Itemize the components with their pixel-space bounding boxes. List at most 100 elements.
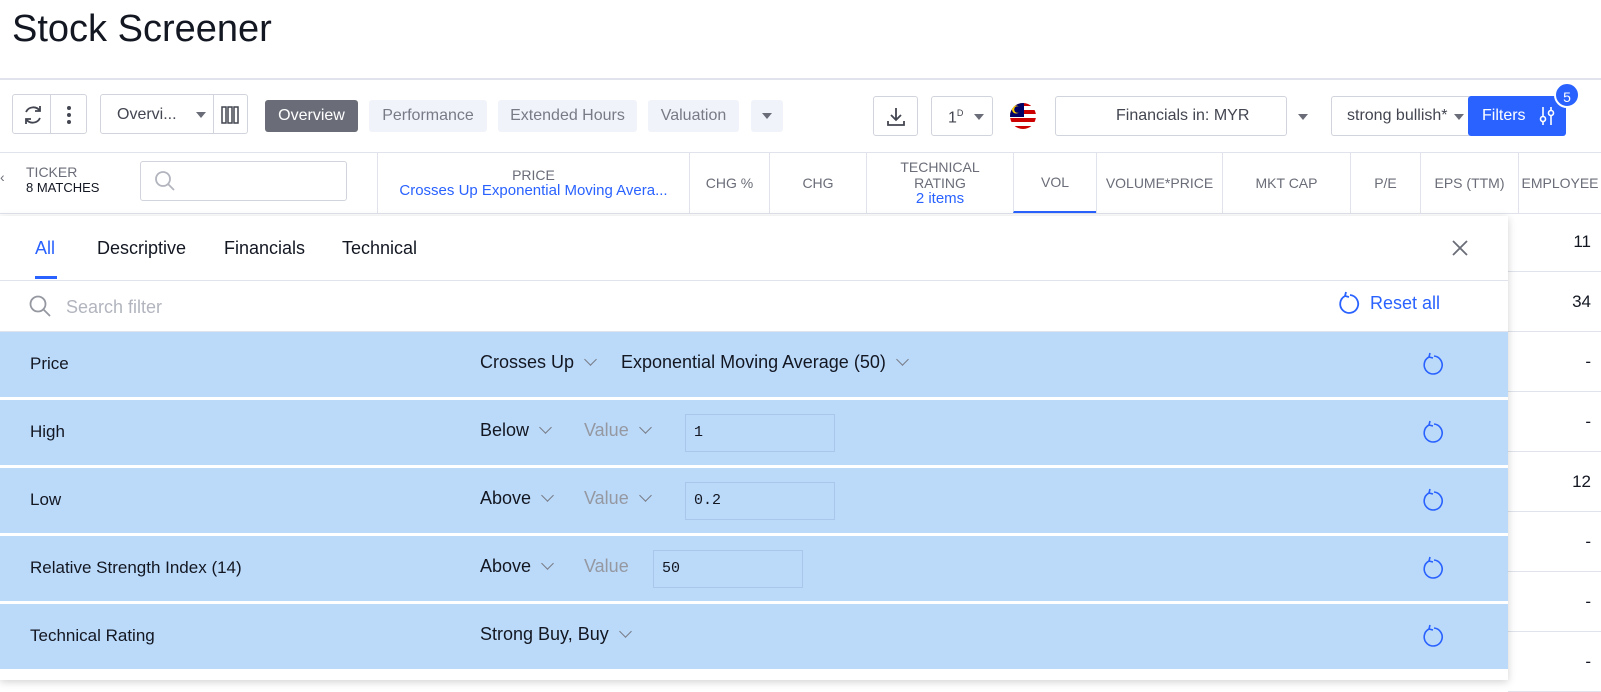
- financials-label: Financials in: MYR: [1116, 107, 1250, 124]
- column-header-row: ‹ TICKER 8 MATCHES PRICE Crosses Up Expo…: [0, 152, 1601, 214]
- filter-label: High: [30, 422, 65, 441]
- filter-label: Relative Strength Index (14): [30, 558, 242, 577]
- filter-value-input[interactable]: 50: [653, 550, 803, 588]
- tab-technical[interactable]: Technical: [342, 238, 417, 259]
- chevron-down-icon: [762, 112, 772, 119]
- filter-value-type: Value: [584, 420, 629, 440]
- filters-button[interactable]: Filters: [1468, 96, 1566, 136]
- tab-descriptive[interactable]: Descriptive: [97, 238, 186, 259]
- filter-label: Technical Rating: [30, 626, 155, 645]
- close-icon[interactable]: [1451, 239, 1469, 257]
- more-vertical-icon[interactable]: [64, 103, 74, 127]
- filter-category-tabs: All Descriptive Financials Technical: [0, 216, 1508, 281]
- collapse-chevron-icon[interactable]: ‹: [0, 169, 5, 185]
- pe-column-header[interactable]: P/E: [1350, 153, 1420, 213]
- filter-search-row: Reset all: [0, 281, 1508, 332]
- ticker-search-input[interactable]: [140, 161, 347, 201]
- tab-overview[interactable]: Overview: [265, 100, 358, 132]
- filter-search-input[interactable]: [64, 291, 668, 323]
- filter-operator-select[interactable]: Strong Buy, Buy: [480, 624, 632, 645]
- tab-performance[interactable]: Performance: [369, 100, 487, 132]
- columns-icon[interactable]: [220, 105, 240, 125]
- table-cell: 34: [1508, 272, 1601, 332]
- chevron-down-icon: [1298, 114, 1308, 120]
- title-bar: Stock Screener: [0, 0, 1601, 80]
- financials-currency-select[interactable]: Financials in: MYR: [1055, 96, 1308, 136]
- price-column-header[interactable]: PRICE Crosses Up Exponential Moving Aver…: [377, 153, 689, 213]
- filter-label: Price: [30, 354, 69, 373]
- filter-value-type-label: Value: [584, 556, 629, 576]
- table-cell: -: [1508, 512, 1601, 572]
- filter-operator-value: Strong Buy, Buy: [480, 624, 609, 644]
- download-button[interactable]: [873, 96, 918, 136]
- chevron-down-icon: [618, 625, 632, 638]
- price-filter-summary: Crosses Up Exponential Moving Avera...: [399, 182, 668, 199]
- filter-target-select[interactable]: Exponential Moving Average (50): [621, 352, 909, 373]
- interval-value: 1: [948, 109, 957, 127]
- reset-icon[interactable]: [1422, 624, 1446, 648]
- more-tabs-button[interactable]: [751, 100, 783, 132]
- ticker-matches-count: 8 MATCHES: [26, 180, 100, 195]
- chevron-down-icon: [1454, 114, 1464, 120]
- malaysia-flag-icon[interactable]: [1009, 102, 1037, 130]
- tab-all[interactable]: All: [35, 238, 55, 259]
- tab-valuation[interactable]: Valuation: [648, 100, 739, 132]
- filter-operator-value: Crosses Up: [480, 352, 575, 372]
- technical-rating-label-1: TECHNICAL: [900, 159, 980, 175]
- filter-operator-select[interactable]: Above: [480, 488, 554, 509]
- chevron-down-icon: [539, 421, 552, 434]
- interval-label: 1D: [948, 108, 963, 127]
- chevron-down-icon: [974, 114, 984, 120]
- chevron-down-icon: [638, 489, 652, 502]
- search-icon: [29, 295, 51, 317]
- table-cell: -: [1508, 332, 1601, 392]
- filter-row-rsi: Relative Strength Index (14) Above Value…: [0, 536, 1508, 603]
- vol-column-header[interactable]: VOL: [1013, 153, 1096, 213]
- table-cell: -: [1508, 572, 1601, 632]
- filter-sliders-icon: [1539, 107, 1555, 125]
- filter-label: Low: [30, 490, 62, 509]
- filter-row-technical-rating: Technical Rating Strong Buy, Buy: [0, 604, 1508, 671]
- chevron-down-icon: [638, 421, 652, 434]
- filters-count-badge: 5: [1554, 82, 1580, 108]
- search-icon: [155, 171, 175, 191]
- interval-select[interactable]: 1D: [931, 96, 993, 136]
- filter-value-type-select[interactable]: Value: [584, 488, 652, 509]
- price-header-label: PRICE: [512, 167, 555, 183]
- filter-row-low: Low Above Value 0.2: [0, 468, 1508, 535]
- filter-value-type-select[interactable]: Value: [584, 420, 652, 441]
- filter-value-input[interactable]: 1: [685, 414, 835, 452]
- preset-select[interactable]: strong bullish*: [1331, 96, 1471, 136]
- column-set-label: Overvi...: [117, 106, 177, 123]
- tab-financials[interactable]: Financials: [224, 238, 305, 259]
- page-title: Stock Screener: [12, 8, 272, 50]
- reset-icon[interactable]: [1422, 352, 1446, 376]
- technical-rating-column-header[interactable]: TECHNICAL RATING 2 items: [866, 153, 1013, 213]
- filter-operator-select[interactable]: Above: [480, 556, 554, 577]
- refresh-button[interactable]: [12, 94, 87, 134]
- volume-price-column-header[interactable]: VOLUME*PRICE: [1096, 153, 1222, 213]
- chg-column-header[interactable]: CHG: [769, 153, 866, 213]
- employees-column-header[interactable]: EMPLOYEE: [1518, 153, 1601, 213]
- chevron-down-icon: [196, 112, 206, 118]
- filter-target-value: Exponential Moving Average (50): [621, 352, 886, 372]
- column-set-select[interactable]: Overvi...: [100, 94, 248, 134]
- reset-all-label: Reset all: [1370, 293, 1441, 313]
- tab-extended-hours[interactable]: Extended Hours: [498, 100, 637, 132]
- chevron-down-icon: [541, 489, 554, 502]
- filter-operator-value: Below: [480, 420, 530, 440]
- filter-value-input[interactable]: 0.2: [685, 482, 835, 520]
- chevron-down-icon: [584, 353, 597, 366]
- reset-icon[interactable]: [1422, 488, 1446, 512]
- ticker-column-header[interactable]: TICKER 8 MATCHES: [26, 165, 100, 196]
- reset-icon[interactable]: [1422, 420, 1446, 444]
- reset-icon[interactable]: [1422, 556, 1446, 580]
- technical-rating-label-2: RATING: [914, 175, 966, 191]
- table-peek-column: 11 34 - - 12 - - -: [1508, 212, 1601, 692]
- eps-column-header[interactable]: EPS (TTM): [1420, 153, 1518, 213]
- filter-operator-select[interactable]: Below: [480, 420, 552, 441]
- mkt-cap-column-header[interactable]: MKT CAP: [1222, 153, 1350, 213]
- chg-pct-column-header[interactable]: CHG %: [689, 153, 769, 213]
- reset-all-button[interactable]: Reset all: [1339, 291, 1441, 314]
- filter-operator-select[interactable]: Crosses Up: [480, 352, 597, 373]
